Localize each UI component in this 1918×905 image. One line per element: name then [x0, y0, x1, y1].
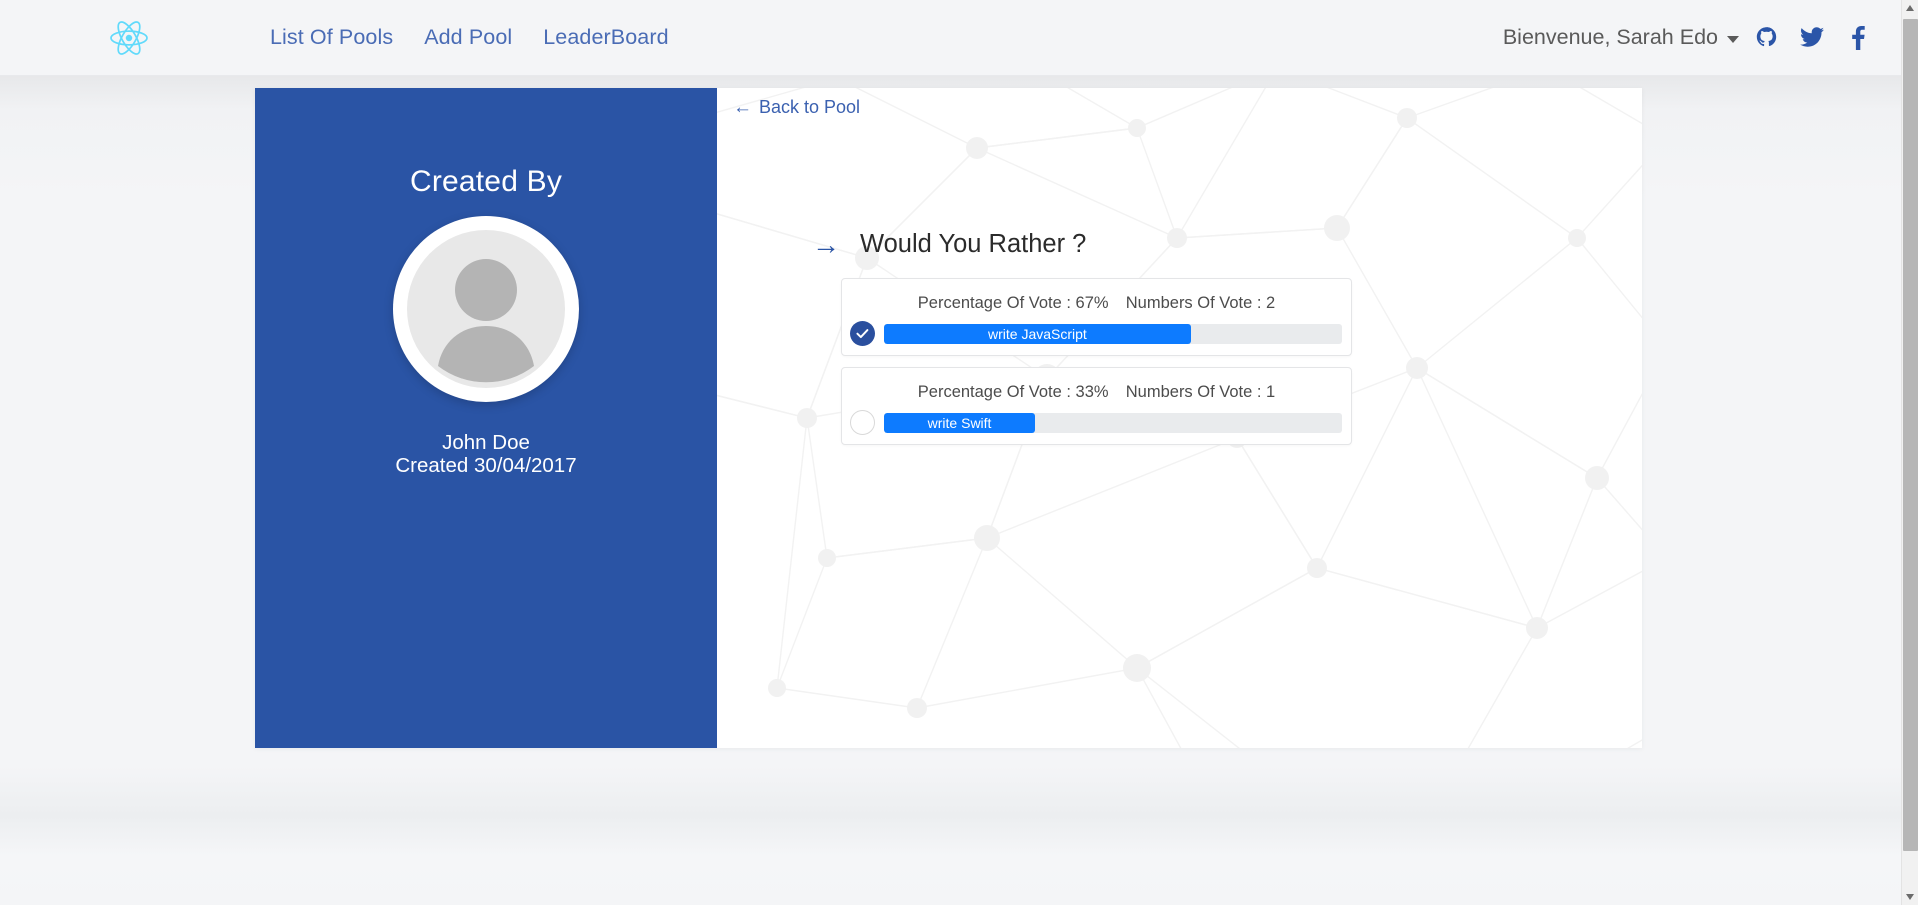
back-to-pool-label: Back to Pool — [759, 97, 861, 117]
poll-option-card[interactable]: Percentage Of Vote : 33% Numbers Of Vote… — [841, 367, 1352, 445]
numbers-of-vote-label: Numbers Of Vote : 2 — [1125, 294, 1276, 312]
vote-progress-fill: write JavaScript — [884, 323, 1191, 344]
poll-option-stats: Percentage Of Vote : 67% Numbers Of Vote… — [842, 294, 1351, 313]
check-icon-svg — [856, 329, 869, 339]
vote-progress-fill: write Swift — [884, 412, 1036, 433]
browser-viewport: List Of Pools Add Pool LeaderBoard Bienv… — [0, 0, 1901, 905]
facebook-icon[interactable] — [1835, 21, 1881, 55]
twitter-icon-svg — [1800, 27, 1824, 47]
top-navbar: List Of Pools Add Pool LeaderBoard Bienv… — [0, 0, 1901, 76]
scroll-up-arrow-icon[interactable] — [1902, 0, 1918, 17]
author-name: John Doe — [442, 431, 530, 454]
poll-option-row: write Swift — [850, 410, 1342, 435]
vote-progress-bar: write JavaScript — [884, 323, 1342, 344]
avatar — [393, 216, 579, 402]
user-menu-dropdown[interactable]: Bienvenue, Sarah Edo — [1503, 25, 1743, 50]
user-silhouette-icon — [438, 259, 534, 383]
chevron-down-icon — [1727, 35, 1739, 43]
arrow-right-icon: → — [812, 228, 840, 260]
percentage-of-vote-label: Percentage Of Vote : 67% — [917, 294, 1109, 312]
poll-content-panel: ← Back to Pool → Would You Rather ? Perc… — [717, 88, 1642, 748]
nav-link-leaderboard[interactable]: LeaderBoard — [543, 25, 668, 50]
percentage-of-vote-label: Percentage Of Vote : 33% — [917, 383, 1109, 401]
poll-option-card[interactable]: Percentage Of Vote : 67% Numbers Of Vote… — [841, 278, 1352, 356]
scroll-down-arrow-icon[interactable] — [1902, 888, 1918, 905]
navbar-right-group: Bienvenue, Sarah Edo — [1503, 21, 1881, 55]
numbers-of-vote-label: Numbers Of Vote : 1 — [1125, 383, 1276, 401]
nav-link-add-pool[interactable]: Add Pool — [424, 25, 512, 50]
author-created-date: Created 30/04/2017 — [395, 454, 577, 477]
user-greeting-label: Bienvenue, Sarah Edo — [1502, 25, 1718, 49]
poll-question: → Would You Rather ? — [812, 230, 1086, 259]
poll-option-row: write JavaScript — [850, 321, 1342, 346]
poll-option-stats: Percentage Of Vote : 33% Numbers Of Vote… — [842, 383, 1351, 402]
nav-link-list-of-pools[interactable]: List Of Pools — [270, 25, 393, 50]
github-icon[interactable] — [1743, 21, 1789, 55]
arrow-left-icon: ← — [733, 97, 752, 118]
author-panel-title: Created By — [409, 165, 563, 198]
nav-links: List Of Pools Add Pool LeaderBoard — [270, 25, 669, 50]
facebook-icon-svg — [1851, 25, 1865, 50]
twitter-icon[interactable] — [1789, 21, 1835, 55]
react-logo-icon[interactable] — [107, 16, 151, 60]
back-to-pool-link[interactable]: ← Back to Pool — [733, 97, 860, 118]
scrollbar-thumb[interactable] — [1903, 19, 1918, 851]
poll-question-text: Would You Rather ? — [860, 230, 1087, 258]
vote-progress-bar: write Swift — [884, 412, 1342, 433]
react-logo-svg — [110, 20, 148, 55]
vertical-scrollbar[interactable] — [1901, 0, 1918, 905]
page-body: Created By John Doe Created 30/04/2017 ←… — [0, 76, 1901, 905]
poll-options-list: Percentage Of Vote : 67% Numbers Of Vote… — [841, 278, 1352, 456]
poll-option-label: write Swift — [927, 414, 992, 431]
author-panel: Created By John Doe Created 30/04/2017 — [255, 88, 717, 748]
check-circle-icon — [850, 321, 875, 346]
empty-circle-icon — [850, 410, 875, 435]
avatar-placeholder-image — [407, 230, 565, 388]
poll-detail-card: Created By John Doe Created 30/04/2017 ←… — [255, 88, 1642, 748]
poll-option-label: write JavaScript — [988, 325, 1087, 342]
github-icon-svg — [1756, 27, 1776, 47]
